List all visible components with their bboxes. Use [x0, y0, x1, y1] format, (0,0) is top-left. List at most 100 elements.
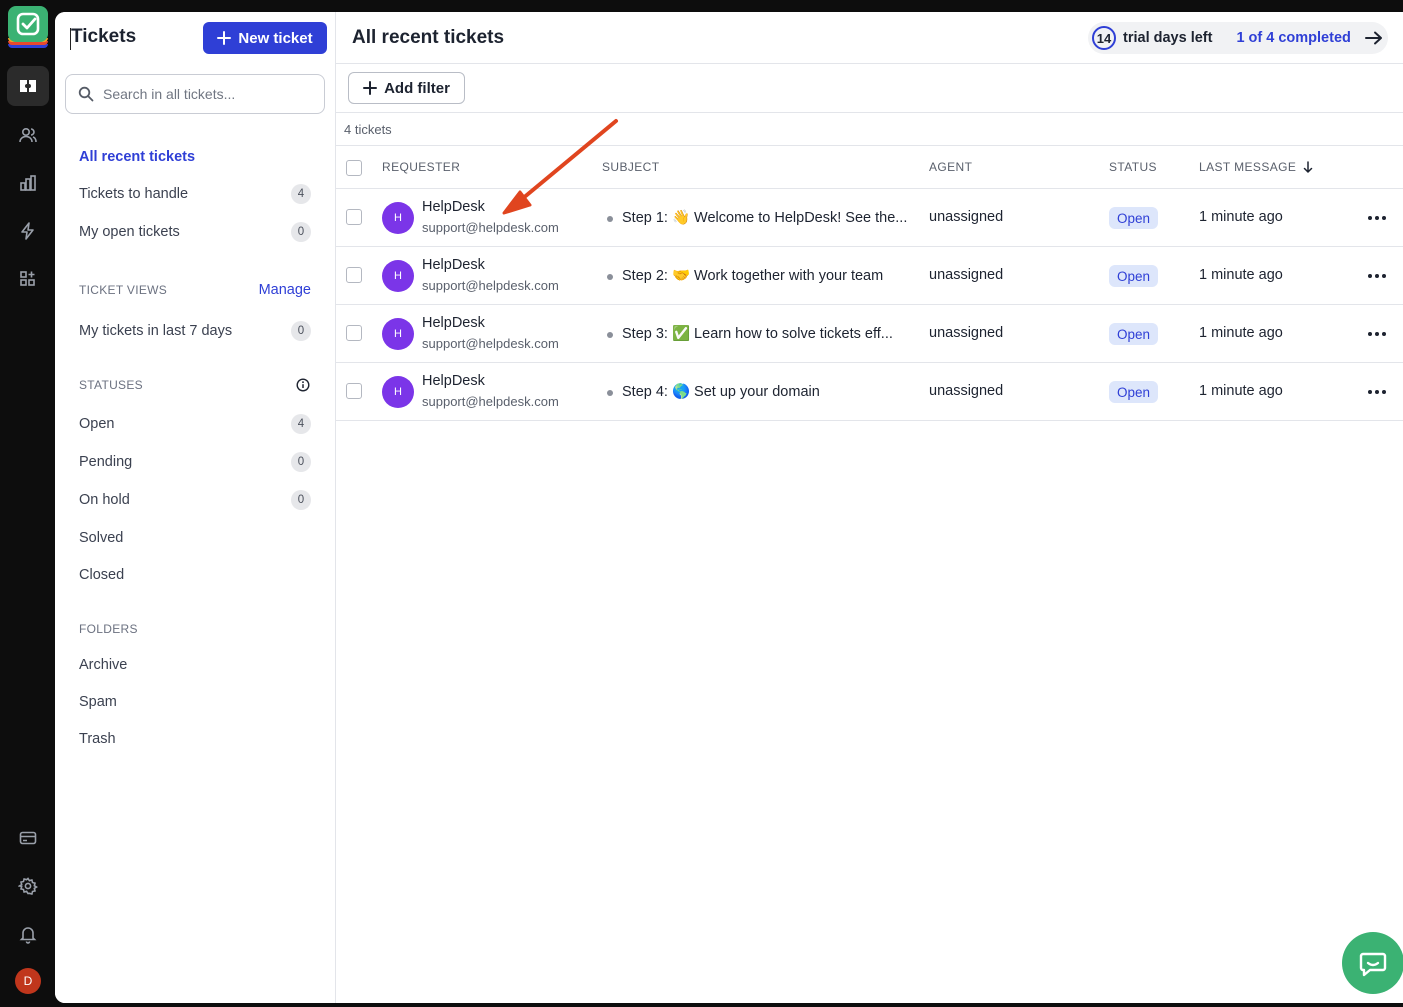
agent-name: unassigned — [929, 325, 1004, 341]
status-badge: Open — [1109, 323, 1159, 345]
ticket-subject[interactable]: Step 1: 👋 Welcome to HelpDesk! See the..… — [622, 209, 914, 226]
view-label: My open tickets — [79, 224, 180, 240]
last-message-time: 1 minute ago — [1199, 383, 1283, 399]
column-header-status[interactable]: STATUS — [1109, 160, 1157, 174]
table-row[interactable]: H HelpDesk support@helpdesk.com Step 4: … — [336, 363, 1403, 421]
table-row[interactable]: H HelpDesk support@helpdesk.com Step 2: … — [336, 247, 1403, 305]
requester-name: HelpDesk — [422, 199, 485, 215]
status-badge: Open — [1109, 381, 1159, 403]
count-badge: 0 — [291, 490, 311, 510]
customers-icon[interactable] — [7, 115, 49, 155]
agent-name: unassigned — [929, 383, 1004, 399]
arrow-right-icon[interactable] — [1364, 31, 1383, 45]
automation-icon[interactable] — [7, 211, 49, 251]
helpdesk-logo-icon[interactable] — [8, 6, 48, 50]
requester-email: support@helpdesk.com — [422, 394, 559, 409]
status-badge: Open — [1109, 207, 1159, 229]
requester-name: HelpDesk — [422, 373, 485, 389]
view-label: My tickets in last 7 days — [79, 323, 233, 339]
column-header-requester[interactable]: REQUESTER — [382, 160, 460, 174]
last-message-time: 1 minute ago — [1199, 325, 1283, 341]
tickets-icon[interactable] — [7, 66, 49, 106]
requester-email: support@helpdesk.com — [422, 278, 559, 293]
ticket-subject[interactable]: Step 2: 🤝 Work together with your team — [622, 267, 914, 284]
plus-icon — [363, 81, 378, 95]
ticket-count: 4 tickets — [344, 122, 392, 137]
status-label: On hold — [79, 492, 130, 508]
sort-down-icon — [1304, 161, 1313, 173]
view-label: Tickets to handle — [79, 186, 189, 202]
section-heading: FOLDERS — [79, 622, 138, 636]
ticket-subject[interactable]: Step 3: ✅ Learn how to solve tickets eff… — [622, 325, 914, 342]
row-checkbox[interactable] — [346, 209, 362, 225]
avatar: H — [382, 376, 414, 408]
avatar: H — [382, 260, 414, 292]
count-badge: 0 — [291, 222, 311, 242]
select-all-checkbox[interactable] — [346, 160, 362, 176]
info-icon[interactable] — [296, 378, 310, 392]
page-title: All recent tickets — [352, 27, 505, 48]
column-header-subject[interactable]: SUBJECT — [602, 160, 659, 174]
folder-archive[interactable]: Archive — [79, 653, 311, 677]
avatar: H — [382, 318, 414, 350]
status-solved[interactable]: Solved — [79, 526, 311, 550]
add-filter-button[interactable]: Add filter — [348, 72, 465, 104]
count-badge: 4 — [291, 414, 311, 434]
unread-dot — [607, 332, 613, 338]
status-badge: Open — [1109, 265, 1159, 287]
row-checkbox[interactable] — [346, 383, 362, 399]
last-message-time: 1 minute ago — [1199, 267, 1283, 283]
view-tickets-to-handle[interactable]: Tickets to handle 4 — [79, 182, 311, 206]
view-all-recent-tickets[interactable]: All recent tickets — [79, 145, 311, 169]
view-label: All recent tickets — [79, 149, 196, 165]
onboarding-progress-link[interactable]: 1 of 4 completed — [1236, 30, 1350, 46]
more-options-icon[interactable] — [1366, 267, 1388, 285]
reports-icon[interactable] — [7, 163, 49, 203]
column-label: LAST MESSAGE — [1199, 160, 1297, 174]
add-filter-label: Add filter — [384, 79, 450, 97]
more-options-icon[interactable] — [1366, 383, 1388, 401]
folder-label: Archive — [79, 657, 128, 673]
agent-name: unassigned — [929, 209, 1004, 225]
view-my-tickets-last-7-days[interactable]: My tickets in last 7 days 0 — [79, 319, 311, 343]
column-header-agent[interactable]: AGENT — [929, 160, 972, 174]
search-input[interactable] — [103, 86, 303, 102]
folder-trash[interactable]: Trash — [79, 727, 311, 751]
count-badge: 0 — [291, 452, 311, 472]
tickets-sidebar: Tickets New ticket All recent tickets Ti… — [55, 12, 336, 1003]
user-avatar[interactable]: D — [15, 968, 41, 994]
status-pending[interactable]: Pending 0 — [79, 450, 311, 474]
manage-link[interactable]: Manage — [259, 282, 311, 298]
more-options-icon[interactable] — [1366, 325, 1388, 343]
new-ticket-button[interactable]: New ticket — [203, 22, 327, 54]
status-open[interactable]: Open 4 — [79, 412, 311, 436]
column-header-last-message[interactable]: LAST MESSAGE — [1199, 160, 1313, 174]
avatar: H — [382, 202, 414, 234]
folder-spam[interactable]: Spam — [79, 690, 311, 714]
table-row[interactable]: H HelpDesk support@helpdesk.com Step 1: … — [336, 189, 1403, 247]
settings-icon[interactable] — [7, 866, 49, 906]
row-checkbox[interactable] — [346, 267, 362, 283]
filter-bar: Add filter — [336, 64, 1403, 113]
apps-icon[interactable] — [7, 259, 49, 299]
chat-bubble-icon — [1359, 952, 1387, 977]
statuses-section: STATUSES — [79, 378, 311, 392]
trial-days-badge: 14 — [1092, 26, 1116, 50]
chat-launcher-button[interactable] — [1342, 932, 1403, 994]
requester-email: support@helpdesk.com — [422, 336, 559, 351]
status-label: Pending — [79, 454, 133, 470]
table-row[interactable]: H HelpDesk support@helpdesk.com Step 3: … — [336, 305, 1403, 363]
status-closed[interactable]: Closed — [79, 563, 311, 587]
app-rail: D — [0, 0, 55, 1007]
trial-banner[interactable]: 14 trial days left 1 of 4 completed — [1088, 22, 1388, 54]
view-my-open-tickets[interactable]: My open tickets 0 — [79, 220, 311, 244]
count-badge: 0 — [291, 321, 311, 341]
notifications-icon[interactable] — [7, 914, 49, 954]
search-box[interactable] — [65, 74, 325, 114]
row-checkbox[interactable] — [346, 325, 362, 341]
ticket-subject[interactable]: Step 4: 🌎 Set up your domain — [622, 383, 914, 400]
status-on-hold[interactable]: On hold 0 — [79, 488, 311, 512]
more-options-icon[interactable] — [1366, 209, 1388, 227]
billing-icon[interactable] — [7, 818, 49, 858]
folder-label: Trash — [79, 731, 116, 747]
